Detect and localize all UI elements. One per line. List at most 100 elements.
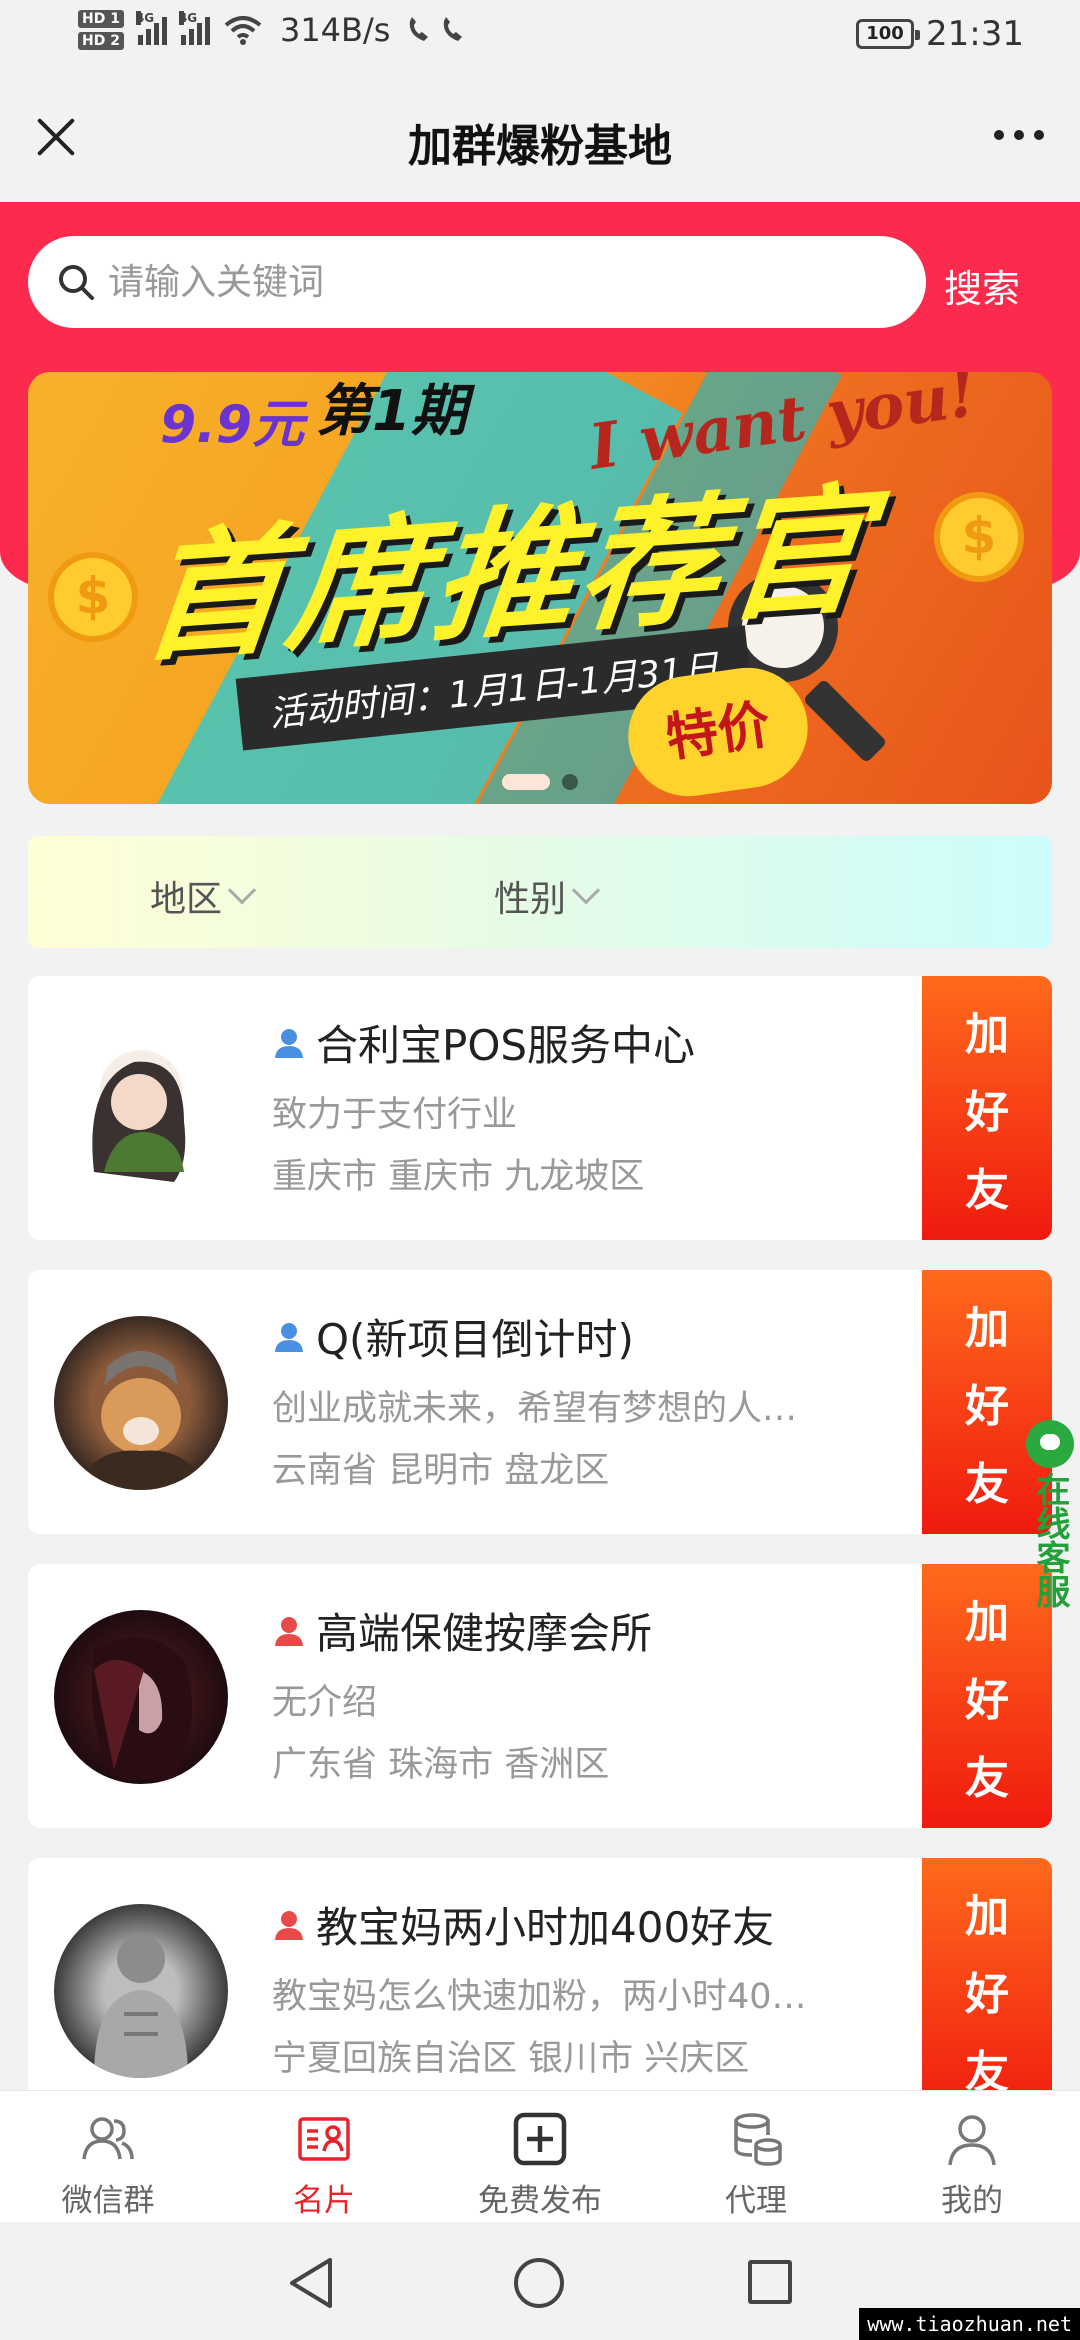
hd1-badge: HD 1 bbox=[78, 10, 124, 28]
status-right: 100 21:31 bbox=[856, 14, 1024, 54]
nav-item-mine[interactable]: 我的 bbox=[864, 2091, 1080, 2222]
contact-location: 广东省 珠海市 香洲区 bbox=[272, 1745, 610, 1785]
contact-desc: 教宝妈怎么快速加粉，两小时40… bbox=[272, 1977, 807, 2017]
contact-location: 宁夏回族自治区 银川市 兴庆区 bbox=[272, 2039, 750, 2079]
add-friend-char: 友 bbox=[965, 1165, 1009, 1216]
region-filter-label: 地区 bbox=[150, 879, 223, 920]
clock: 21:31 bbox=[926, 14, 1024, 54]
chat-bubble-icon bbox=[1026, 1420, 1074, 1468]
contact-name: 合利宝POS服务中心 bbox=[316, 1021, 696, 1070]
contact-name: Q(新项目倒计时) bbox=[316, 1315, 634, 1364]
chevron-down-icon bbox=[571, 876, 601, 905]
avatar[interactable] bbox=[54, 1904, 228, 2078]
group-icon bbox=[82, 2117, 134, 2160]
contact-desc: 致力于支付行业 bbox=[272, 1095, 518, 1135]
banner-price: 9.9元 bbox=[160, 395, 305, 455]
name-row: 教宝妈两小时加400好友 bbox=[272, 1894, 774, 1955]
banner-period: 第1期 bbox=[316, 379, 467, 444]
status-bar: HD 1 HD 2 4G 4G 314B/s 100 21:31 bbox=[0, 0, 1080, 72]
carousel-indicator bbox=[28, 774, 1052, 790]
promo-banner[interactable]: $ $ 9.9元 第1期 I want you! 首席推荐官 活动时间：1月1日… bbox=[28, 372, 1052, 804]
name-row: Q(新项目倒计时) bbox=[272, 1306, 634, 1367]
title-bar: 加群爆粉基地 bbox=[0, 72, 1080, 202]
name-row: 高端保健按摩会所 bbox=[272, 1600, 652, 1661]
female-user-icon bbox=[275, 1910, 303, 1940]
status-left: HD 1 HD 2 4G 4G 314B/s bbox=[78, 10, 474, 50]
nav-label: 我的 bbox=[941, 2183, 1003, 2219]
network-speed: 314B/s bbox=[279, 11, 391, 49]
carousel-dot[interactable] bbox=[562, 774, 578, 790]
hd-badges: HD 1 HD 2 bbox=[78, 10, 124, 50]
nav-item-agent[interactable]: 代理 bbox=[648, 2091, 864, 2222]
male-user-icon bbox=[275, 1322, 303, 1352]
search-button[interactable]: 搜索 bbox=[944, 258, 1020, 313]
add-friend-char: 好 bbox=[965, 1087, 1009, 1138]
customer-service-label: 在线客服 bbox=[1030, 1472, 1070, 1608]
signal-icon-2: 4G bbox=[178, 11, 210, 45]
contact-desc: 创业成就未来，希望有梦想的人… bbox=[272, 1389, 798, 1429]
nav-label: 名片 bbox=[293, 2183, 355, 2219]
add-friend-char: 友 bbox=[965, 1459, 1009, 1510]
contact-desc: 无介绍 bbox=[272, 1683, 378, 1723]
card-icon bbox=[298, 2117, 350, 2161]
nav-item-business-card[interactable]: 名片 bbox=[216, 2091, 432, 2222]
region-filter[interactable]: 地区 bbox=[150, 870, 257, 922]
chevron-down-icon bbox=[227, 876, 257, 905]
hd-call-icon bbox=[410, 17, 463, 41]
bottom-nav: 微信群 名片 免费发布 代理 我的 bbox=[0, 2090, 1080, 2222]
name-row: 合利宝POS服务中心 bbox=[272, 1012, 695, 1073]
customer-service-button[interactable]: 在线客服 bbox=[1022, 1420, 1078, 1608]
battery-icon: 100 bbox=[856, 19, 921, 49]
nav-label: 免费发布 bbox=[478, 2183, 602, 2219]
add-friend-char: 加 bbox=[965, 1009, 1009, 1060]
wifi-icon bbox=[224, 16, 262, 45]
coin-icon: $ bbox=[48, 552, 138, 642]
male-user-icon bbox=[275, 1028, 303, 1058]
net-type-label: 4G bbox=[135, 11, 155, 25]
person-icon bbox=[948, 2115, 996, 2166]
filter-bar: 地区 性别 bbox=[28, 836, 1052, 948]
nav-label: 代理 bbox=[725, 2183, 787, 2219]
add-friend-char: 友 bbox=[965, 1753, 1009, 1804]
search-box[interactable] bbox=[28, 236, 926, 328]
home-icon[interactable] bbox=[514, 2258, 564, 2308]
page-title: 加群爆粉基地 bbox=[408, 121, 672, 172]
search-input[interactable] bbox=[108, 258, 888, 306]
nav-label: 微信群 bbox=[61, 2183, 155, 2219]
avatar[interactable] bbox=[54, 1316, 228, 1490]
nav-item-free-publish[interactable]: 免费发布 bbox=[432, 2091, 648, 2222]
back-icon[interactable] bbox=[286, 2256, 336, 2310]
coin-icon-2: $ bbox=[934, 492, 1024, 582]
more-icon[interactable] bbox=[994, 130, 1044, 140]
contact-name: 教宝妈两小时加400好友 bbox=[316, 1903, 775, 1952]
signal-icon: 4G bbox=[135, 11, 167, 45]
recent-apps-icon[interactable] bbox=[748, 2260, 792, 2304]
carousel-dot-active[interactable] bbox=[502, 774, 550, 790]
list-item[interactable]: 合利宝POS服务中心 致力于支付行业 重庆市 重庆市 九龙坡区 加 好 友 bbox=[28, 976, 1052, 1240]
hd2-badge: HD 2 bbox=[78, 32, 124, 50]
search-icon bbox=[59, 265, 94, 300]
add-friend-char: 加 bbox=[965, 1597, 1009, 1648]
net-type-label-2: 4G bbox=[178, 11, 198, 25]
female-user-icon bbox=[275, 1616, 303, 1646]
list-item[interactable]: 教宝妈两小时加400好友 教宝妈怎么快速加粉，两小时40… 宁夏回族自治区 银川… bbox=[28, 1858, 1052, 2122]
add-friend-char: 加 bbox=[965, 1303, 1009, 1354]
add-friend-char: 好 bbox=[965, 1969, 1009, 2020]
avatar[interactable] bbox=[54, 1022, 228, 1196]
add-square-icon bbox=[513, 2112, 567, 2166]
system-nav-bar: www.tiaozhuan.net bbox=[0, 2222, 1080, 2340]
add-friend-button[interactable]: 加 好 友 bbox=[922, 1858, 1052, 2122]
add-friend-char: 加 bbox=[965, 1891, 1009, 1942]
contact-location: 云南省 昆明市 盘龙区 bbox=[272, 1451, 610, 1491]
add-friend-button[interactable]: 加 好 友 bbox=[922, 976, 1052, 1240]
database-icon bbox=[734, 2113, 782, 2166]
nav-item-wechat-groups[interactable]: 微信群 bbox=[0, 2091, 216, 2222]
list-item[interactable]: Q(新项目倒计时) 创业成就未来，希望有梦想的人… 云南省 昆明市 盘龙区 加 … bbox=[28, 1270, 1052, 1534]
avatar[interactable] bbox=[54, 1610, 228, 1784]
gender-filter-label: 性别 bbox=[494, 879, 567, 920]
list-item[interactable]: 高端保健按摩会所 无介绍 广东省 珠海市 香洲区 加 好 友 bbox=[28, 1564, 1052, 1828]
add-friend-char: 好 bbox=[965, 1675, 1009, 1726]
gender-filter[interactable]: 性别 bbox=[494, 870, 601, 922]
watermark: www.tiaozhuan.net bbox=[859, 2308, 1080, 2340]
add-friend-char: 好 bbox=[965, 1381, 1009, 1432]
